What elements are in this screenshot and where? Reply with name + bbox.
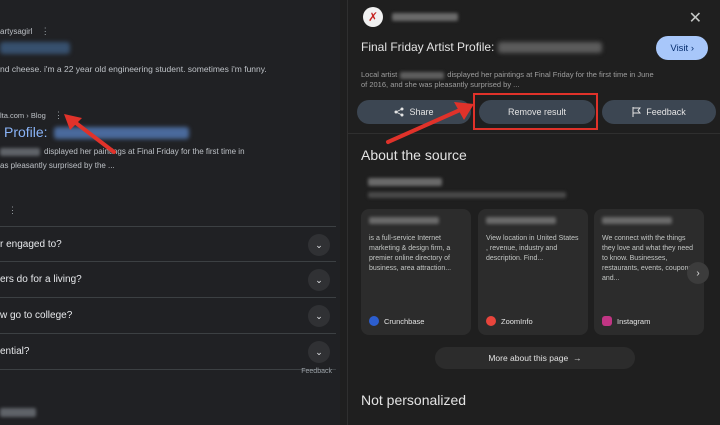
chevron-down-icon[interactable]: ⌄ — [308, 269, 330, 291]
result-snippet-line: as pleasantly surprised by the ... — [0, 161, 115, 170]
people-also-ask: r engaged to? ⌄ ers do for a living? ⌄ w g… — [0, 226, 336, 370]
feedback-label: Feedback — [646, 107, 686, 117]
crunchbase-icon — [369, 316, 379, 326]
card-source-label: ZoomInfo — [501, 316, 533, 326]
blurred-name — [0, 147, 40, 156]
result-snippet: nd cheese. i'm a 22 year old engineering… — [0, 64, 267, 74]
blurred-name — [400, 71, 445, 79]
chevron-right-icon: › — [690, 42, 694, 54]
result-breadcrumb: lta.com › Blog — [0, 111, 46, 120]
result-snippet-line: displayed her paintings at Final Friday … — [0, 147, 245, 156]
arrow-right-icon: → — [573, 353, 582, 363]
page-title-text: Final Friday Artist Profile: — [361, 40, 495, 54]
chevron-down-icon[interactable]: ⌄ — [308, 234, 330, 256]
source-cards: is a full-service Internet marketing & d… — [361, 209, 711, 335]
more-about-page-button[interactable]: More about this page → — [435, 347, 635, 369]
annotation-arrow — [64, 114, 116, 154]
card-source: Instagram — [602, 316, 650, 326]
page-description: Local artist displayed her paintings at F… — [361, 70, 654, 79]
chevron-down-icon[interactable]: ⌄ — [308, 305, 330, 327]
source-description-blurred — [368, 192, 566, 198]
source-card[interactable]: is a full-service Internet marketing & d… — [361, 209, 471, 335]
result-title-blurred[interactable] — [0, 42, 70, 54]
card-text: View location in United States , revenue… — [486, 235, 579, 262]
paa-question-text: ers do for a living? — [0, 274, 82, 285]
visit-button[interactable]: Visit › — [656, 36, 708, 60]
result-source-name: artysagirl — [0, 27, 33, 36]
card-text: is a full-service Internet marketing & d… — [369, 235, 452, 272]
annotation-arrow — [386, 102, 474, 144]
site-favicon-icon: ✗ — [363, 7, 383, 27]
paa-question[interactable]: w go to college? ⌄ — [0, 298, 336, 334]
page-description: of 2016, and she was pleasantly surprise… — [361, 80, 520, 89]
blurred-name — [498, 42, 603, 54]
annotation-highlight-box — [473, 93, 598, 130]
card-title-blurred — [486, 217, 556, 224]
description-text: Local artist — [361, 70, 398, 79]
paa-question-text: ential? — [0, 346, 30, 357]
result-title-text: Profile: — [4, 124, 48, 140]
paa-question[interactable]: ential? ⌄ — [0, 334, 336, 370]
result-source-blurred — [0, 408, 36, 417]
page-title: Final Friday Artist Profile: — [361, 40, 603, 54]
feedback-link[interactable]: Feedback — [301, 368, 332, 375]
paa-question-text: w go to college? — [0, 310, 73, 321]
about-this-result-panel: ✗ ✕ Final Friday Artist Profile: Visit ›… — [347, 0, 720, 425]
visit-label: Visit — [670, 42, 689, 54]
more-about-label: More about this page — [488, 353, 569, 363]
result-source[interactable]: artysagirl ⋮ — [0, 26, 50, 37]
feedback-button[interactable]: Feedback — [602, 100, 716, 124]
site-url-blurred — [392, 13, 458, 21]
paa-question[interactable]: r engaged to? ⌄ — [0, 226, 336, 262]
more-vert-icon[interactable]: ⋮ — [8, 205, 17, 216]
more-vert-icon[interactable]: ⋮ — [41, 26, 50, 37]
card-text: We connect with the things they love and… — [602, 235, 694, 282]
search-results: artysagirl ⋮ nd cheese. i'm a 22 year ol… — [0, 0, 340, 425]
card-source-label: Crunchbase — [384, 316, 425, 326]
chevron-right-icon[interactable]: › — [687, 262, 709, 284]
description-text: displayed her paintings at Final Friday … — [447, 70, 654, 79]
instagram-icon — [602, 316, 612, 326]
chevron-down-icon[interactable]: ⌄ — [308, 341, 330, 363]
flag-icon — [632, 107, 642, 117]
not-personalized-heading: Not personalized — [361, 392, 467, 408]
result-source[interactable]: lta.com › Blog ⋮ — [0, 110, 63, 121]
source-name-blurred — [368, 178, 442, 186]
card-source: Crunchbase — [369, 316, 424, 326]
card-source-label: Instagram — [617, 316, 651, 326]
card-title-blurred — [369, 217, 439, 224]
paa-question-text: r engaged to? — [0, 238, 62, 250]
close-icon[interactable]: ✕ — [689, 8, 702, 28]
card-source: ZoomInfo — [486, 316, 533, 326]
source-card[interactable]: View location in United States , revenue… — [478, 209, 588, 335]
paa-question[interactable]: ers do for a living? ⌄ — [0, 262, 336, 298]
card-title-blurred — [602, 217, 672, 224]
zoominfo-icon — [486, 316, 496, 326]
